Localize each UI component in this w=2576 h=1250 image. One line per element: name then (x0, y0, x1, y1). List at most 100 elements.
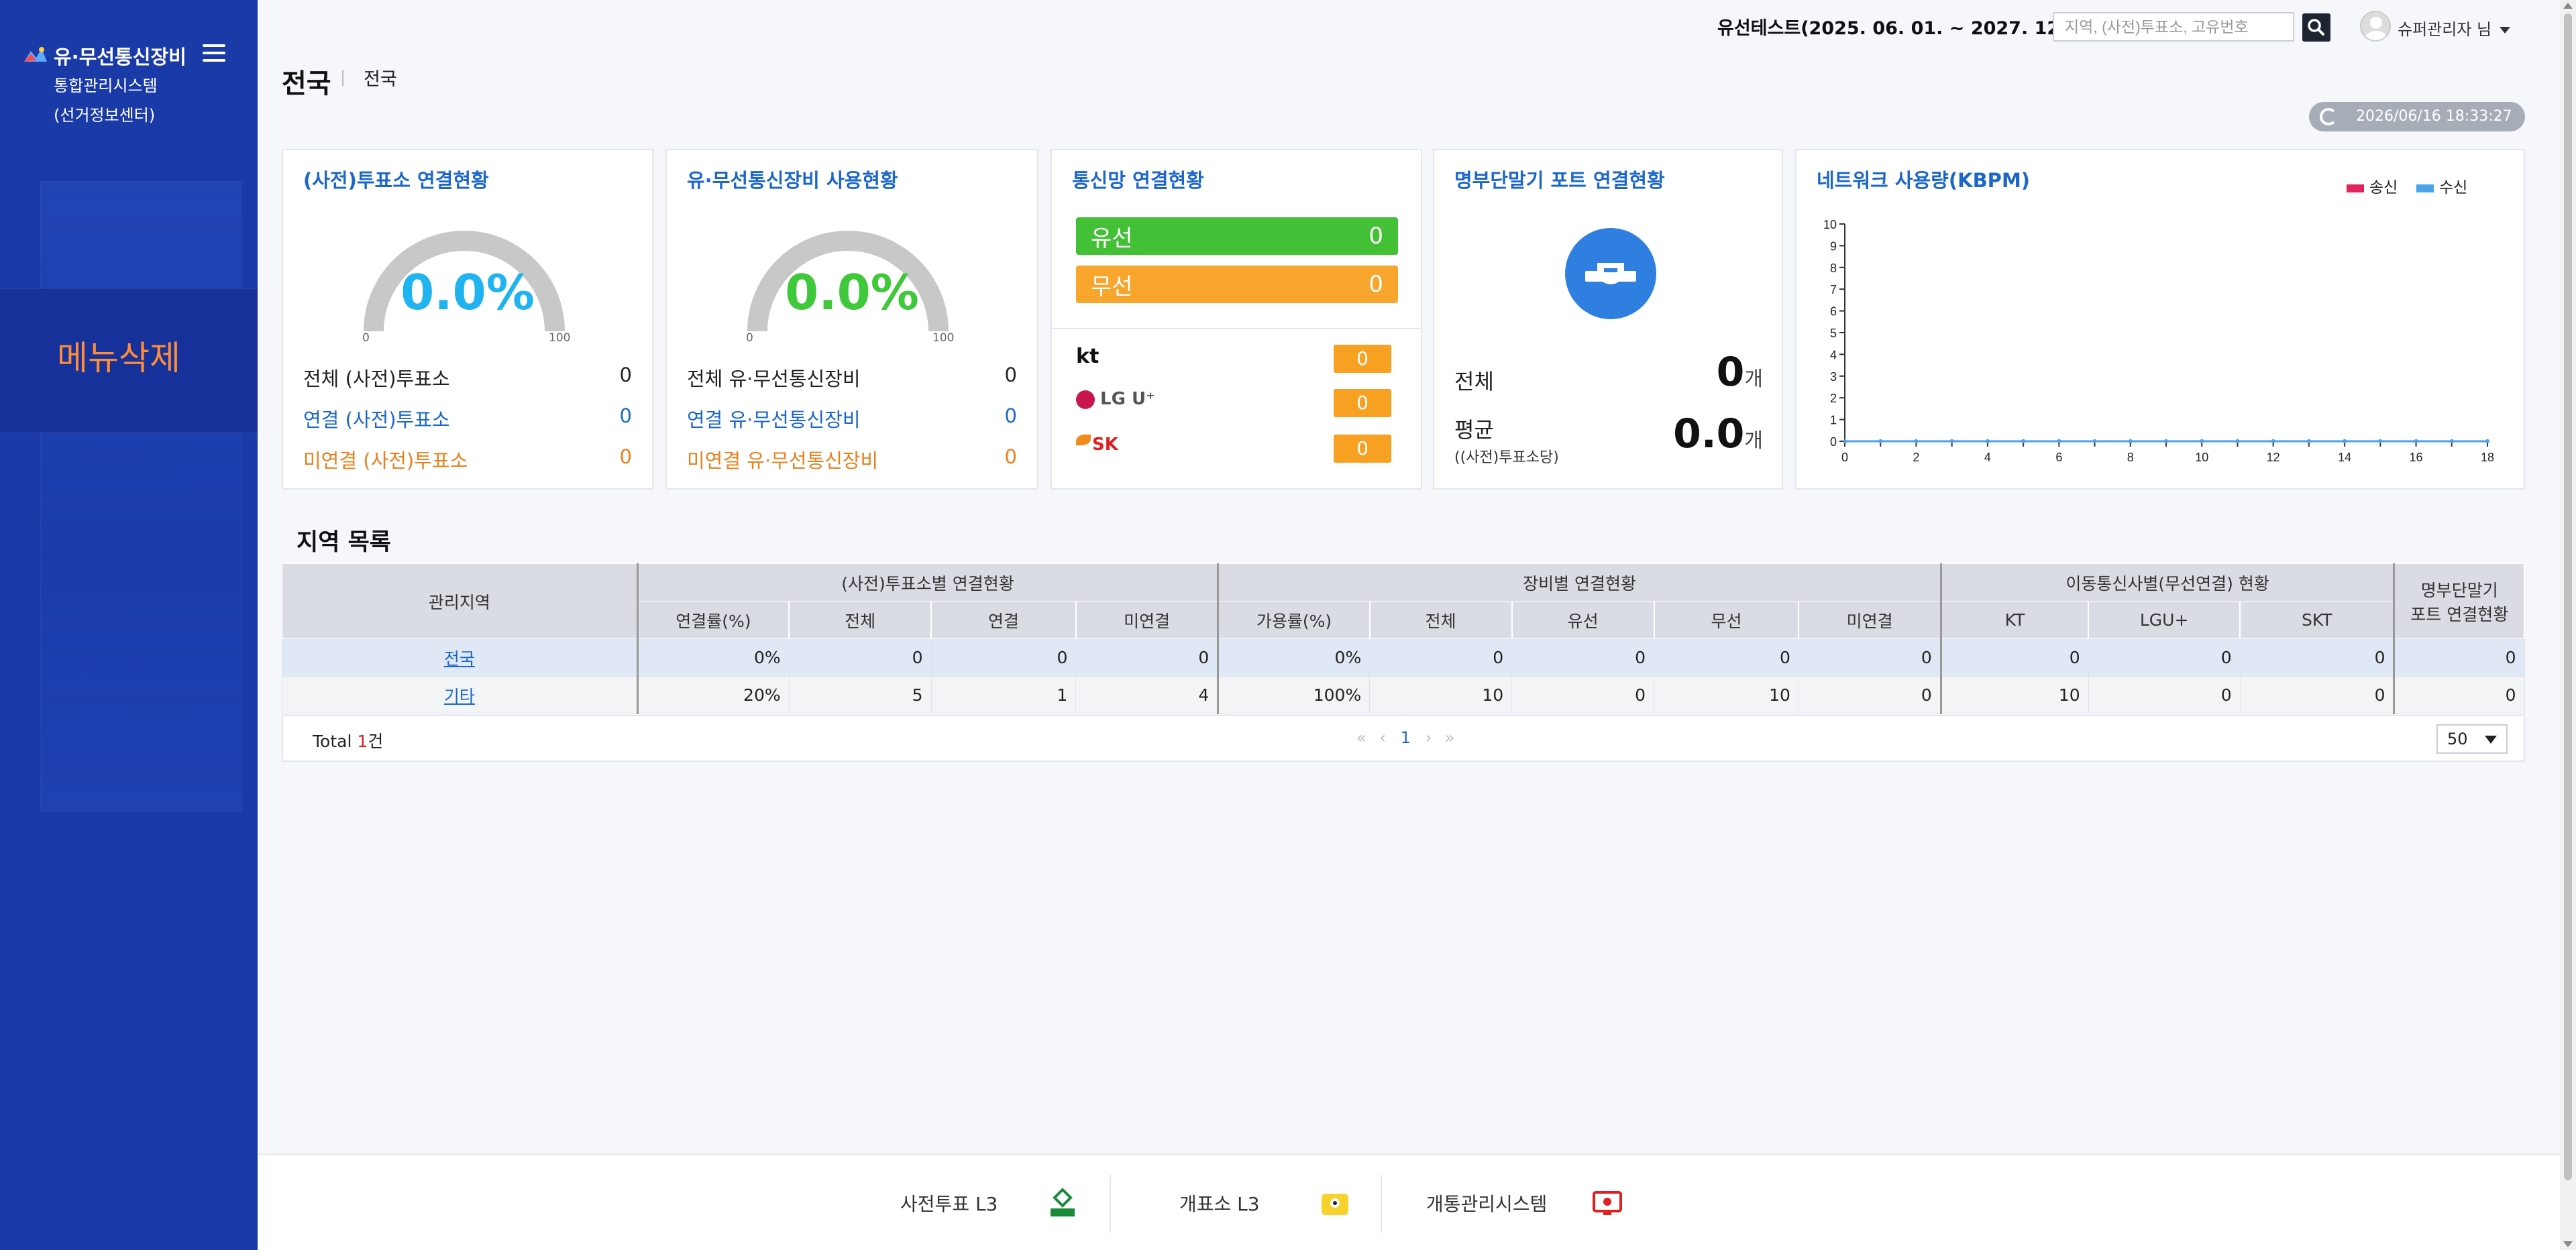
table-cell: 0 (788, 638, 932, 677)
table-cell: 1 (930, 676, 1077, 714)
table-row: 전국 0% 0 0 0 0% 0 0 0 0 0 0 0 0 (282, 638, 2525, 677)
table-footer: Total 1건 « ‹ 1 › » 50 (282, 715, 2525, 762)
region-link[interactable]: 전국 (444, 649, 475, 669)
table-cell: 0 (2239, 676, 2396, 714)
table-cell: 0 (2088, 676, 2241, 714)
next-page-button[interactable]: › (1426, 728, 1432, 747)
y-tick-label: 2 (1830, 392, 1837, 405)
series-point-1 (2092, 439, 2097, 443)
series-point-1 (1843, 439, 1847, 443)
last-page-button[interactable]: » (1445, 728, 1455, 747)
search-input[interactable] (2053, 12, 2294, 42)
table-cell: 0 (1940, 638, 2089, 677)
refresh-icon (2320, 108, 2337, 125)
user-menu[interactable]: 슈퍼관리자 님 (2398, 16, 2511, 40)
shortcut-counting-l3[interactable]: 개표소 L3 (1179, 1190, 1260, 1216)
header-col: 유선 (1511, 601, 1655, 639)
series-point-1 (2235, 439, 2240, 443)
y-tick-label: 9 (1830, 239, 1837, 253)
activation-system-icon[interactable] (1590, 1186, 1625, 1220)
shortcut-activation-system[interactable]: 개통관리시스템 (1426, 1190, 1547, 1216)
stat-row-connected: 연결 (사전)투표소 0 (303, 404, 632, 431)
menu-delete-label[interactable]: 메뉴삭제 (0, 331, 237, 380)
traffic-line-chart: 0123456789100 2 4 6 8 10 12 14 16 18 (1823, 218, 2494, 464)
header-equipment-group: 장비별 연결현황 (1218, 563, 1942, 602)
network-status-card: 통신망 연결현황 유선 0 무선 0 kt 0 LG U⁺ 0 SK 0 (1051, 149, 1422, 490)
search-button[interactable] (2302, 13, 2330, 42)
header-col: 연결률(%) (637, 601, 790, 639)
table-cell: 100% (1218, 676, 1371, 714)
gauge-min: 0 (746, 331, 753, 345)
user-name: 슈퍼관리자 님 (2398, 20, 2492, 39)
x-tick-label: 8 (2127, 451, 2134, 464)
table-cell: 0 (1798, 638, 1942, 677)
table-cell: 0 (2394, 676, 2525, 714)
port-average-sublabel: ((사전)투표소당) (1454, 449, 1559, 466)
table-cell: 0 (1654, 638, 1799, 677)
brand-logo-icon (24, 47, 47, 62)
header-col: 미연결 (1798, 601, 1942, 639)
series-point-1 (2343, 439, 2347, 443)
series-point-1 (2271, 439, 2275, 443)
card-title: 명부단말기 포트 연결현황 (1454, 169, 1665, 192)
table-cell: 0 (1798, 676, 1942, 714)
menu-toggle-icon[interactable] (203, 44, 225, 63)
table-cell: 0 (2239, 638, 2396, 677)
total-count: Total 1건 (313, 732, 384, 751)
gauge-value: 0.0% (400, 264, 535, 321)
header-col: 미연결 (1075, 601, 1220, 639)
table-row: 기타 20% 5 1 4 100% 10 0 10 0 10 0 0 0 (282, 676, 2525, 714)
divider (1052, 328, 1421, 329)
header-col: 무선 (1654, 601, 1800, 639)
sk-count-badge: 0 (1334, 435, 1391, 463)
series-point-1 (2378, 439, 2383, 443)
gauge-max: 100 (932, 331, 955, 345)
table-cell: 0 (1511, 676, 1655, 714)
region-table: 관리지역 (사전)투표소별 연결현황 장비별 연결현황 이동통신사별(무선연결)… (282, 563, 2526, 714)
page-number-1[interactable]: 1 (1401, 728, 1411, 747)
series-point-1 (1878, 439, 1883, 443)
y-tick-label: 0 (1830, 435, 1837, 449)
gauge-value: 0.0% (785, 264, 919, 321)
avatar[interactable] (2360, 11, 2391, 42)
table-cell: 10 (1369, 676, 1513, 714)
series-point-1 (2164, 439, 2168, 443)
refresh-timestamp[interactable]: 2026/06/16 18:33:27 (2309, 102, 2525, 131)
early-voting-icon[interactable] (1045, 1186, 1080, 1220)
gauge-max: 100 (549, 331, 571, 345)
polling-status-card: (사전)투표소 연결현황 0.0% 0 100 전체 (사전)투표소 0 연결 (… (282, 149, 653, 490)
card-title: 유·무선통신장비 사용현황 (687, 169, 898, 192)
region-link[interactable]: 기타 (444, 687, 475, 706)
header-region: 관리지역 (282, 563, 639, 639)
series-point-1 (2021, 439, 2026, 443)
table-cell: 0 (1511, 638, 1655, 677)
table-cell: 10 (1940, 676, 2089, 714)
y-tick-label: 6 (1830, 305, 1837, 319)
header-col: 전체 (788, 601, 932, 639)
title-divider (342, 70, 343, 86)
page-size-select[interactable]: 50 (2436, 724, 2508, 754)
chevron-down-icon (2500, 27, 2511, 34)
port-average-label: 평균 (1454, 417, 1494, 443)
counting-station-icon[interactable] (1318, 1186, 1352, 1220)
stat-row-disconnected: 미연결 (사전)투표소 0 (303, 445, 632, 472)
stat-row-connected: 연결 유·무선통신장비 0 (687, 404, 1017, 431)
table-cell: 0 (1369, 638, 1513, 677)
pagination: « ‹ 1 › » (1356, 728, 1454, 747)
page-scrollbar[interactable] (2560, 0, 2576, 1250)
y-tick-label: 3 (1830, 370, 1837, 384)
shortcut-early-voting-l3[interactable]: 사전투표 L3 (900, 1190, 998, 1216)
stat-row-total: 전체 유·무선통신장비 0 (687, 363, 1017, 390)
search-icon (2308, 19, 2324, 36)
brand-title: 유·무선통신장비 (54, 46, 186, 68)
first-page-button[interactable]: « (1356, 728, 1366, 747)
port-average-value: 0.0개 (1673, 410, 1763, 457)
table-cell: 0% (637, 638, 790, 677)
sidebar-background-panel (40, 181, 241, 811)
prev-page-button[interactable]: ‹ (1379, 728, 1386, 747)
card-title: (사전)투표소 연결현황 (303, 169, 489, 192)
header-polling-group: (사전)투표소별 연결현황 (637, 563, 1220, 602)
equipment-usage-card: 유·무선통신장비 사용현황 0.0% 0 100 전체 유·무선통신장비 0 연결… (665, 149, 1038, 490)
region-cell: 전국 (282, 638, 639, 677)
series-point-1 (2414, 439, 2418, 443)
